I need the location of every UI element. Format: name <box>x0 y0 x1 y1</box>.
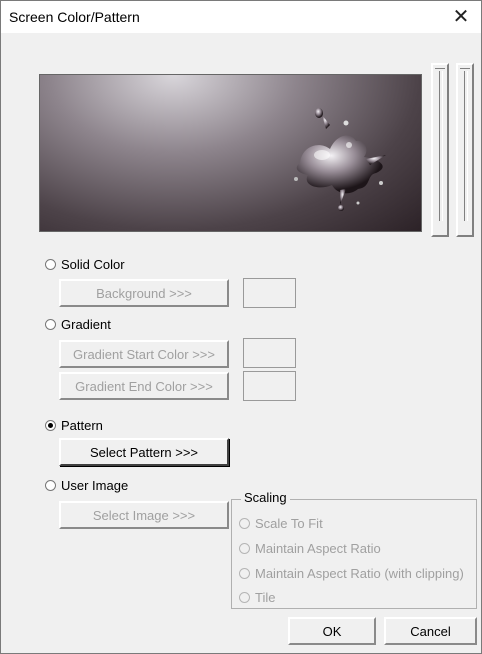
ok-button[interactable]: OK <box>288 617 376 645</box>
radio-label: Tile <box>255 590 276 605</box>
radio-label: Maintain Aspect Ratio <box>255 541 381 556</box>
radio-circle[interactable] <box>45 259 56 270</box>
radio-maintain-aspect[interactable]: Maintain Aspect Ratio <box>239 541 381 556</box>
slider-thumb[interactable] <box>460 68 470 69</box>
slider-track <box>464 71 468 221</box>
dialog-title: Screen Color/Pattern <box>9 9 140 25</box>
radio-scale-to-fit[interactable]: Scale To Fit <box>239 516 323 531</box>
radio-maintain-aspect-clipping[interactable]: Maintain Aspect Ratio (with clipping) <box>239 566 464 581</box>
gradient-start-swatch <box>243 338 296 368</box>
vertical-slider-1[interactable] <box>431 63 449 237</box>
radio-pattern[interactable]: Pattern <box>45 418 103 433</box>
radio-circle[interactable] <box>45 480 56 491</box>
screen-color-pattern-dialog: Screen Color/Pattern ✕ Solid Color Backg… <box>0 0 482 654</box>
pattern-preview <box>39 74 422 232</box>
gradient-end-button[interactable]: Gradient End Color >>> <box>59 372 229 400</box>
scaling-group-title: Scaling <box>241 490 290 505</box>
radio-label: Scale To Fit <box>255 516 323 531</box>
radio-circle[interactable] <box>239 568 250 579</box>
cancel-button[interactable]: Cancel <box>384 617 477 645</box>
radio-circle[interactable] <box>45 420 56 431</box>
radio-circle[interactable] <box>45 319 56 330</box>
radio-tile[interactable]: Tile <box>239 590 275 605</box>
radio-gradient[interactable]: Gradient <box>45 317 111 332</box>
radio-label: Pattern <box>61 418 103 433</box>
radio-solid-color[interactable]: Solid Color <box>45 257 125 272</box>
select-pattern-button[interactable]: Select Pattern >>> <box>59 438 229 466</box>
radio-circle[interactable] <box>239 518 250 529</box>
radio-label: Gradient <box>61 317 111 332</box>
vertical-slider-2[interactable] <box>456 63 474 237</box>
radio-user-image[interactable]: User Image <box>45 478 128 493</box>
close-icon[interactable]: ✕ <box>441 1 481 33</box>
select-image-button[interactable]: Select Image >>> <box>59 501 229 529</box>
radio-label: User Image <box>61 478 129 493</box>
background-button[interactable]: Background >>> <box>59 279 229 307</box>
gradient-start-button[interactable]: Gradient Start Color >>> <box>59 340 229 368</box>
radio-label: Maintain Aspect Ratio (with clipping) <box>255 566 464 581</box>
slider-thumb[interactable] <box>435 68 445 69</box>
radio-circle[interactable] <box>239 592 250 603</box>
background-swatch <box>243 278 296 308</box>
radio-circle[interactable] <box>239 543 250 554</box>
slider-track <box>439 71 443 221</box>
gradient-end-swatch <box>243 371 296 401</box>
radio-label: Solid Color <box>61 257 125 272</box>
title-bar: Screen Color/Pattern ✕ <box>1 1 481 33</box>
splash-image <box>294 108 386 211</box>
